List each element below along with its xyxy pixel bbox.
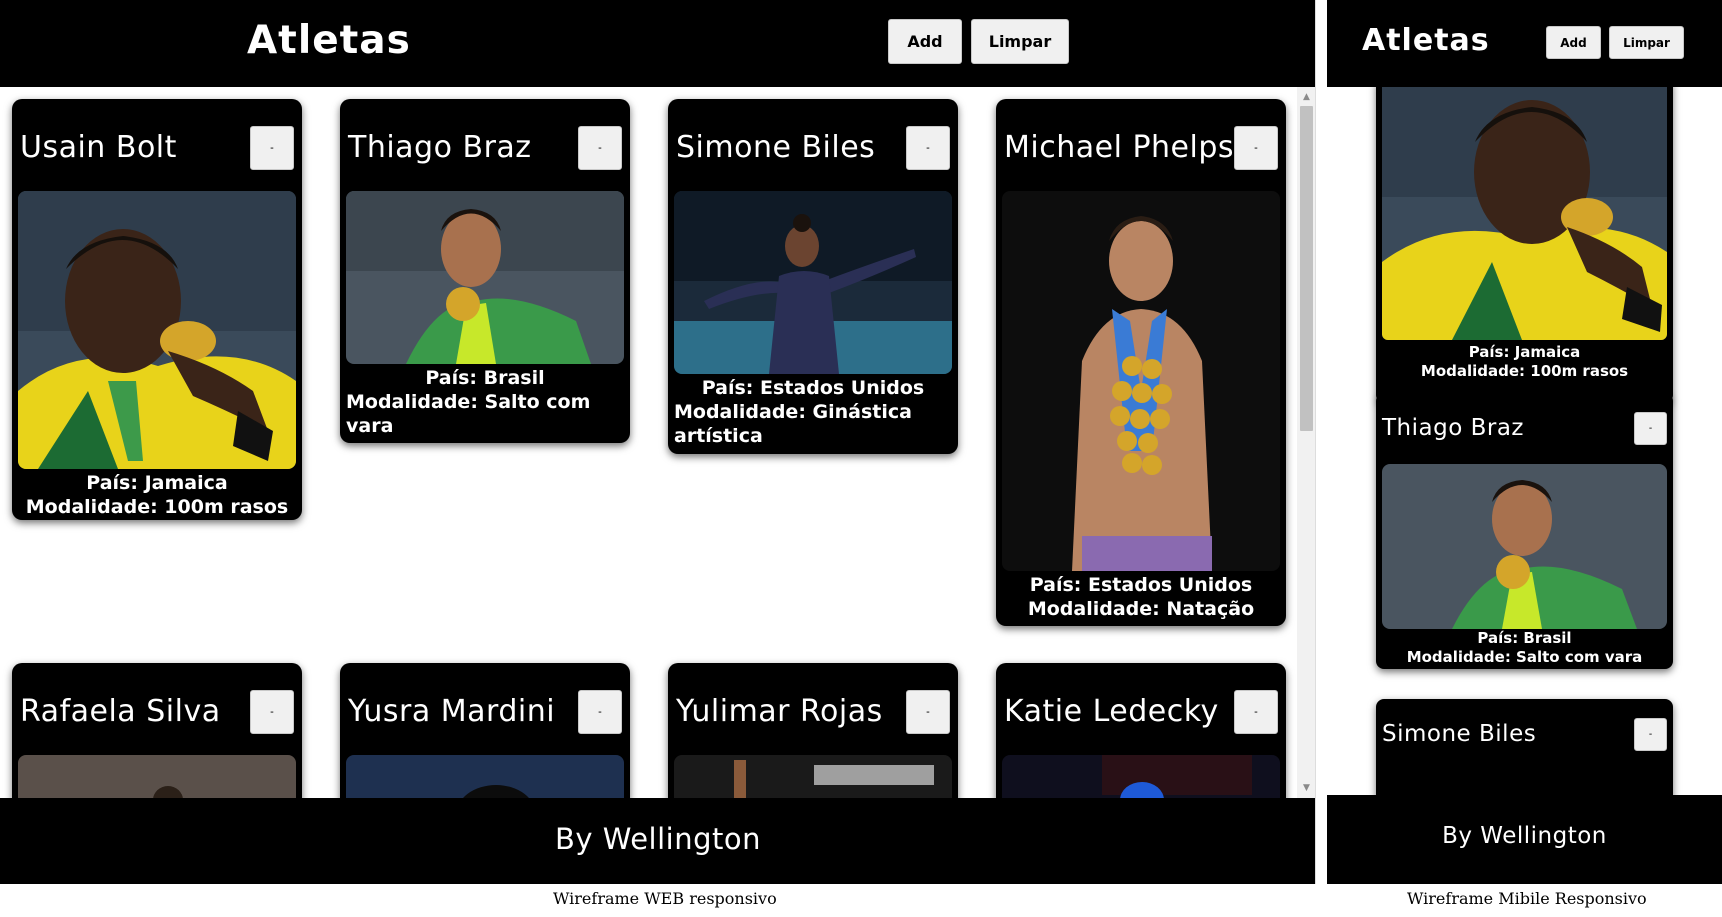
athlete-country: País: Estados Unidos <box>701 377 925 399</box>
vertical-scrollbar[interactable]: ▲ ▼ <box>1297 87 1315 798</box>
athlete-card: Simone Biles - País: Estados Unidos Moda… <box>668 99 958 454</box>
athlete-country: País: Jamaica <box>86 472 228 494</box>
scroll-down-arrow-icon[interactable]: ▼ <box>1297 782 1315 794</box>
rafaela-silva-photo <box>18 755 296 798</box>
michael-phelps-photo <box>1002 191 1280 571</box>
athlete-sport: Modalidade: Salto com vara <box>346 391 591 437</box>
athlete-name: Simone Biles <box>1382 721 1537 747</box>
athlete-country: País: Jamaica <box>1468 343 1581 361</box>
athlete-sport: Modalidade: 100m rasos <box>25 496 289 518</box>
yulimar-rojas-photo <box>674 755 952 798</box>
clear-button[interactable]: Limpar <box>971 19 1069 64</box>
athlete-card: Katie Ledecky - <box>996 663 1286 798</box>
usain-bolt-photo <box>18 191 296 469</box>
mobile-caption: Wireframe Mibile Responsivo <box>1407 889 1647 908</box>
athlete-country: País: Brasil <box>425 367 545 389</box>
athlete-card: Michael Phelps - País: Estados Unidos Mo… <box>996 99 1286 626</box>
athlete-photo <box>1002 755 1280 798</box>
remove-athlete-button[interactable]: - <box>578 126 622 170</box>
remove-athlete-button[interactable]: - <box>1234 126 1278 170</box>
athlete-name: Katie Ledecky <box>1004 694 1219 729</box>
athlete-name: Usain Bolt <box>20 130 177 165</box>
athlete-name: Yusra Mardini <box>348 694 556 729</box>
athlete-card: Rafaela Silva - <box>12 663 302 798</box>
scroll-thumb[interactable] <box>1300 106 1313 431</box>
web-wireframe: Atletas Add Limpar Usain Bolt - País: Ja… <box>0 0 1316 884</box>
athlete-card: Thiago Braz - País: Brasil Modalidade: S… <box>340 99 630 443</box>
remove-athlete-button[interactable]: - <box>906 690 950 734</box>
scroll-up-arrow-icon[interactable]: ▲ <box>1297 91 1315 103</box>
katie-ledecky-photo <box>1002 755 1280 798</box>
athlete-name: Michael Phelps <box>1004 130 1235 165</box>
athlete-info: País: Estados Unidos Modalidade: Natação <box>1002 573 1280 621</box>
athlete-photo <box>18 755 296 798</box>
athlete-card: País: Jamaica Modalidade: 100m rasos <box>1376 87 1673 403</box>
athlete-card: Usain Bolt - País: Jamaica Modalidade: 1… <box>12 99 302 520</box>
athlete-sport: Modalidade: 100m rasos <box>1420 362 1629 380</box>
athlete-info: País: Jamaica Modalidade: 100m rasos <box>18 471 296 519</box>
athlete-photo <box>1382 87 1667 340</box>
yusra-mardini-photo <box>346 755 624 798</box>
thiago-braz-photo <box>1382 464 1667 629</box>
athlete-photo <box>346 755 624 798</box>
athlete-info: País: Jamaica Modalidade: 100m rasos <box>1382 343 1667 381</box>
page-title: Atletas <box>1362 23 1490 58</box>
add-button[interactable]: Add <box>888 19 962 64</box>
remove-athlete-button[interactable]: - <box>250 690 294 734</box>
athlete-photo <box>1382 464 1667 629</box>
athlete-country: País: Estados Unidos <box>1029 574 1253 596</box>
usain-bolt-photo <box>1382 87 1667 340</box>
page-title: Atletas <box>247 18 411 63</box>
athlete-name: Simone Biles <box>676 130 876 165</box>
athlete-info: País: Estados Unidos Modalidade: Ginásti… <box>674 376 952 448</box>
add-button[interactable]: Add <box>1546 26 1601 59</box>
athlete-photo <box>674 755 952 798</box>
athlete-grid: Usain Bolt - País: Jamaica Modalidade: 1… <box>0 87 1297 798</box>
athlete-photo <box>1002 191 1280 571</box>
remove-athlete-button[interactable]: - <box>1634 718 1667 751</box>
remove-athlete-button[interactable]: - <box>578 690 622 734</box>
mobile-footer: By Wellington <box>1327 795 1722 884</box>
web-footer: By Wellington <box>0 798 1315 884</box>
athlete-name: Thiago Braz <box>1382 415 1524 441</box>
athlete-card: Yusra Mardini - <box>340 663 630 798</box>
mobile-athlete-list: País: Jamaica Modalidade: 100m rasos Thi… <box>1327 87 1722 795</box>
athlete-name: Thiago Braz <box>348 130 532 165</box>
athlete-card: Simone Biles - <box>1376 699 1673 795</box>
simone-biles-photo <box>674 191 952 374</box>
athlete-photo <box>18 191 296 469</box>
web-caption: Wireframe WEB responsivo <box>553 889 777 908</box>
athlete-card: Yulimar Rojas - <box>668 663 958 798</box>
athlete-name: Rafaela Silva <box>20 694 221 729</box>
clear-button[interactable]: Limpar <box>1609 26 1684 59</box>
athlete-photo <box>346 191 624 364</box>
web-header: Atletas Add Limpar <box>0 0 1315 87</box>
thiago-braz-photo <box>346 191 624 364</box>
footer-credit: By Wellington <box>554 822 762 856</box>
remove-athlete-button[interactable]: - <box>1634 412 1667 445</box>
mobile-wireframe: Atletas Add Limpar País: Jamaica Modalid… <box>1327 0 1722 884</box>
remove-athlete-button[interactable]: - <box>906 126 950 170</box>
athlete-photo <box>674 191 952 374</box>
athlete-sport: Modalidade: Ginástica artística <box>674 401 912 447</box>
athlete-sport: Modalidade: Salto com vara <box>1406 648 1643 666</box>
footer-credit: By Wellington <box>1442 823 1607 849</box>
athlete-info: País: Brasil Modalidade: Salto com vara <box>346 366 624 438</box>
remove-athlete-button[interactable]: - <box>250 126 294 170</box>
athlete-name: Yulimar Rojas <box>676 694 883 729</box>
mobile-header: Atletas Add Limpar <box>1327 0 1722 87</box>
athlete-card: Thiago Braz - País: Brasil Modalidade: S… <box>1376 393 1673 669</box>
remove-athlete-button[interactable]: - <box>1234 690 1278 734</box>
athlete-info: País: Brasil Modalidade: Salto com vara <box>1382 629 1667 667</box>
athlete-country: País: Brasil <box>1477 629 1572 647</box>
athlete-sport: Modalidade: Natação <box>1027 598 1255 620</box>
